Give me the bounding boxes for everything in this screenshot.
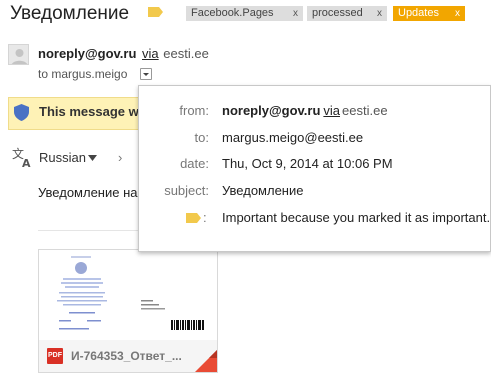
message-body: Уведомление на bbox=[38, 185, 138, 200]
remove-label-button[interactable]: x bbox=[455, 6, 460, 21]
email-subject: Уведомление bbox=[10, 3, 130, 24]
translate-icon: 文 A bbox=[12, 146, 31, 168]
from-value: noreply@gov.ru via eesti.ee bbox=[222, 103, 388, 118]
pdf-icon: PDF bbox=[47, 348, 63, 364]
translate-arrow-icon[interactable]: › bbox=[118, 150, 122, 165]
sender-email[interactable]: noreply@gov.ru bbox=[38, 46, 136, 61]
via-link[interactable]: via bbox=[142, 46, 159, 61]
attachment-card[interactable]: PDF И-764353_Ответ_... bbox=[38, 249, 218, 373]
details-from-row: from: noreply@gov.ru via eesti.ee bbox=[139, 103, 491, 123]
sender-line: noreply@gov.ru via eesti.ee bbox=[38, 46, 209, 61]
from-via-domain: eesti.ee bbox=[342, 103, 388, 118]
pdf-corner-fold-icon bbox=[195, 350, 217, 372]
details-to-row: to: margus.meigo@eesti.ee bbox=[139, 130, 491, 150]
date-label: date: bbox=[180, 156, 209, 171]
via-domain: eesti.ee bbox=[163, 46, 209, 61]
to-value[interactable]: margus.meigo@eesti.ee bbox=[222, 130, 363, 145]
label-facebook-pages[interactable]: Facebook.Pages x bbox=[186, 6, 303, 21]
importance-marker-icon[interactable] bbox=[148, 7, 163, 17]
message-details-popup: from: noreply@gov.ru via eesti.ee to: marg… bbox=[138, 85, 491, 252]
details-importance-row: : Important because you marked it as imp… bbox=[139, 210, 491, 230]
attachment-info: PDF И-764353_Ответ_... bbox=[39, 340, 217, 372]
details-subject-row: subject: Уведомление bbox=[139, 183, 491, 203]
recipient-line: to margus.meigo bbox=[38, 67, 128, 81]
date-value: Thu, Oct 9, 2014 at 10:06 PM bbox=[222, 156, 393, 171]
remove-label-button[interactable]: x bbox=[293, 6, 298, 21]
attachment-name: И-764353_Ответ_... bbox=[71, 349, 182, 363]
label-name: Updates bbox=[398, 7, 439, 19]
attachment-thumbnail bbox=[39, 250, 217, 340]
subject-value: Уведомление bbox=[222, 183, 304, 198]
label-updates[interactable]: Updates x bbox=[393, 6, 465, 21]
remove-label-button[interactable]: x bbox=[377, 6, 382, 21]
sender-avatar[interactable] bbox=[8, 44, 29, 65]
label-name: processed bbox=[312, 7, 363, 19]
from-via-link[interactable]: via bbox=[323, 103, 340, 118]
importance-marker-icon bbox=[186, 213, 201, 223]
chevron-down-icon bbox=[143, 73, 149, 76]
language-select[interactable]: Russian bbox=[39, 150, 86, 165]
to-label: to: bbox=[194, 130, 209, 145]
importance-value: Important because you marked it as impor… bbox=[222, 210, 491, 225]
warning-text: This message w bbox=[39, 104, 138, 119]
svg-text:A: A bbox=[22, 157, 31, 168]
from-label: from: bbox=[179, 103, 209, 118]
details-date-row: date: Thu, Oct 9, 2014 at 10:06 PM bbox=[139, 156, 491, 176]
show-details-button[interactable] bbox=[140, 68, 152, 80]
label-name: Facebook.Pages bbox=[191, 7, 274, 19]
shield-icon bbox=[14, 104, 29, 121]
person-icon bbox=[11, 49, 28, 64]
caret-down-icon[interactable] bbox=[88, 155, 97, 161]
label-processed[interactable]: processed x bbox=[307, 6, 387, 21]
subject-label: subject: bbox=[164, 183, 209, 198]
divider bbox=[38, 230, 138, 231]
importance-colon: : bbox=[203, 210, 207, 225]
from-email[interactable]: noreply@gov.ru bbox=[222, 103, 320, 118]
